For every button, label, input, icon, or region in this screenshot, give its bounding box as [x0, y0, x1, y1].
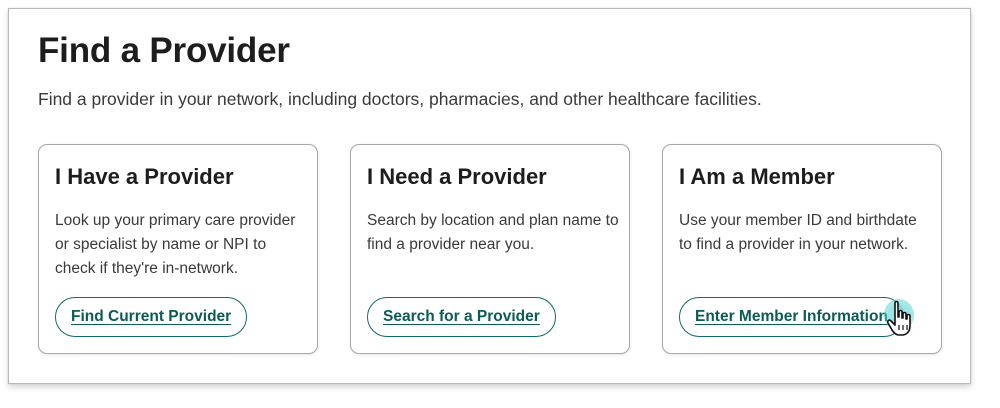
card-title: I Am a Member	[679, 164, 835, 189]
find-provider-panel: Find a Provider Find a provider in your …	[8, 8, 971, 384]
card-description: Use your member ID and birthdate to find…	[679, 212, 917, 253]
page-title: Find a Provider	[38, 31, 290, 70]
card-description: Look up your primary care provider or sp…	[55, 212, 296, 277]
hand-pointer-icon	[884, 299, 914, 336]
card-description: Search by location and plan name to find…	[367, 212, 619, 253]
card-title: I Have a Provider	[55, 164, 234, 189]
card-title: I Need a Provider	[367, 164, 547, 189]
enter-member-information-button[interactable]: Enter Member Information	[679, 297, 904, 337]
search-for-provider-button[interactable]: Search for a Provider	[367, 297, 556, 337]
card-need-provider: I Need a Provider Search by location and…	[350, 144, 630, 354]
find-current-provider-button[interactable]: Find Current Provider	[55, 297, 248, 337]
page-description: Find a provider in your network, includi…	[38, 89, 762, 109]
card-have-provider: I Have a Provider Look up your primary c…	[38, 144, 318, 354]
